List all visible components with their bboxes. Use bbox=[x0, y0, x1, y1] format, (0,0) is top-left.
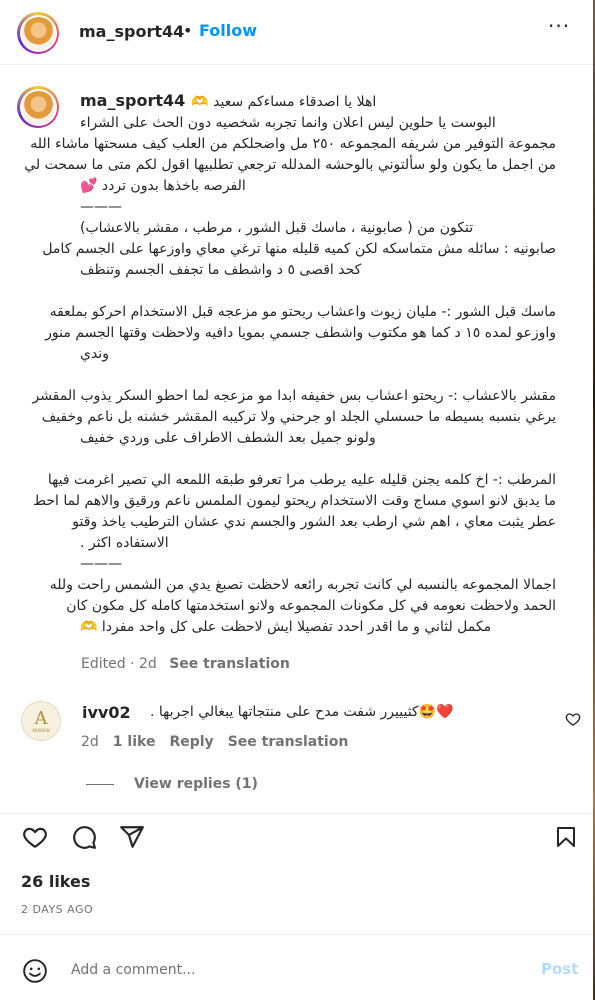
comment-meta: 2d 1 like Reply See translation bbox=[81, 734, 348, 750]
caption-line bbox=[80, 365, 556, 386]
comment-age: 2d bbox=[81, 734, 99, 750]
caption-line: الحمد ولاحظت نعومه في كل مكونات المجموعه… bbox=[66, 598, 556, 614]
reply-button[interactable]: Reply bbox=[169, 734, 213, 750]
caption-line: ما يدبق لانو اسوي مساج وقت الاستخدام ريح… bbox=[33, 493, 556, 509]
caption-username[interactable]: ma_sport44 bbox=[80, 91, 185, 110]
caption-line: صابونيه : سائله مش متماسكه لكن كميه قليل… bbox=[42, 241, 556, 257]
edited-label: Edited · 2d bbox=[81, 656, 157, 672]
replies-divider bbox=[86, 784, 114, 785]
caption-line: البوست يا حلوين ليس اعلان وانما تجربه شخ… bbox=[80, 115, 496, 131]
caption-line: اجمالا المجموعه بالنسبه لي كانت تجربه را… bbox=[49, 577, 556, 593]
bookmark-icon[interactable] bbox=[554, 824, 578, 850]
comment-see-translation[interactable]: See translation bbox=[228, 734, 349, 750]
emoji-icon[interactable] bbox=[22, 958, 48, 984]
comment-icon[interactable] bbox=[71, 824, 97, 850]
post-comment-button[interactable]: Post bbox=[541, 960, 578, 978]
caption-body: البوست يا حلوين ليس اعلان وانما تجربه شخ… bbox=[24, 113, 556, 638]
view-replies-button[interactable]: View replies (1) bbox=[134, 776, 258, 792]
caption-line bbox=[80, 449, 556, 470]
caption-line: عطر يثبت معاي ، اهم شي ارطب بعد الشور وا… bbox=[72, 514, 556, 530]
follow-button[interactable]: Follow bbox=[199, 21, 257, 40]
post-card: ma_sport44 • Follow ··· ma_sport44 اهلا ي… bbox=[0, 0, 594, 1000]
comment-text: ❤️🤩كثيييرر شفت مدح على منتجاتها يبغالي ا… bbox=[150, 704, 454, 720]
caption-line: يرغي بنسبه بسيطه ما حسسلي الجلد او جرحني… bbox=[41, 409, 556, 425]
comment-like-heart-icon[interactable] bbox=[565, 711, 581, 727]
caption-greeting: اهلا يا اصدقاء مساءكم سعيد 🫶 bbox=[191, 94, 377, 110]
profile-avatar[interactable] bbox=[17, 12, 59, 54]
likes-count[interactable]: 26 likes bbox=[21, 872, 90, 891]
caption-line: المرطب :- اخ كلمه يجنن قليله عليه يرطب م… bbox=[47, 472, 556, 488]
caption-line: ولونو جميل بعد الشطف الاطراف على وردي خف… bbox=[80, 430, 376, 446]
separator-dot: • bbox=[183, 21, 193, 40]
caption-line: ——— bbox=[80, 556, 122, 572]
more-options-icon[interactable]: ··· bbox=[548, 14, 570, 38]
comment-box-divider bbox=[0, 934, 593, 935]
caption-line: ماسك قبل الشور :- مليان زيوت واعشاب ريحت… bbox=[49, 304, 556, 320]
see-translation-link[interactable]: See translation bbox=[169, 656, 290, 672]
caption-line: تتكون من ( صابونية ، ماسك قبل الشور ، مر… bbox=[80, 220, 474, 236]
header-username[interactable]: ma_sport44 bbox=[79, 22, 184, 41]
caption-line: ——— bbox=[80, 199, 122, 215]
caption-header: ma_sport44 اهلا يا اصدقاء مساءكم سعيد 🫶 bbox=[80, 90, 556, 113]
comment-username[interactable]: ivv02 bbox=[82, 703, 131, 722]
caption-line: الفرصه باخذها بدون تردد 💕 bbox=[80, 178, 246, 194]
caption-line: واوزعو لمده ١٥ د كما هو مكتوب واشطف جسمي… bbox=[45, 325, 556, 341]
caption-line: الاستفاده اكثر . bbox=[80, 535, 169, 551]
commenter-avatar[interactable]: A ARABIAN bbox=[21, 701, 61, 741]
caption-line bbox=[80, 281, 556, 302]
post-header: ma_sport44 • Follow ··· bbox=[0, 0, 593, 65]
caption-avatar[interactable] bbox=[17, 86, 59, 128]
add-comment-input[interactable] bbox=[69, 961, 513, 979]
post-date: 2 DAYS AGO bbox=[21, 903, 94, 916]
share-icon[interactable] bbox=[119, 824, 145, 850]
caption-line: وندي bbox=[80, 346, 109, 362]
actions-divider bbox=[0, 813, 593, 814]
caption-line: مجموعة التوفير من شريفه المجموعه ٢٥٠ مل … bbox=[30, 136, 556, 152]
caption-meta: Edited · 2d See translation bbox=[81, 656, 298, 672]
commenter-avatar-letter: A bbox=[34, 707, 48, 729]
comment-likes[interactable]: 1 like bbox=[113, 734, 156, 750]
caption-line: مكمل لثاني و ما اقدر احدد تفصيلا ايش لاح… bbox=[80, 619, 492, 635]
heart-icon[interactable] bbox=[22, 824, 48, 850]
commenter-avatar-text: ARABIAN bbox=[32, 727, 50, 733]
caption-line: مقشر بالاعشاب :- ريحتو اعشاب بس خفيفه اب… bbox=[32, 388, 556, 404]
caption: ma_sport44 اهلا يا اصدقاء مساءكم سعيد 🫶 ا… bbox=[24, 90, 556, 638]
caption-line: كحد اقصى ٥ د واشطف ما تجفف الجسم وتنظف bbox=[80, 262, 362, 278]
caption-line: من اجمل ما يكون ولو سألتوني بالوحشه المد… bbox=[24, 157, 556, 173]
